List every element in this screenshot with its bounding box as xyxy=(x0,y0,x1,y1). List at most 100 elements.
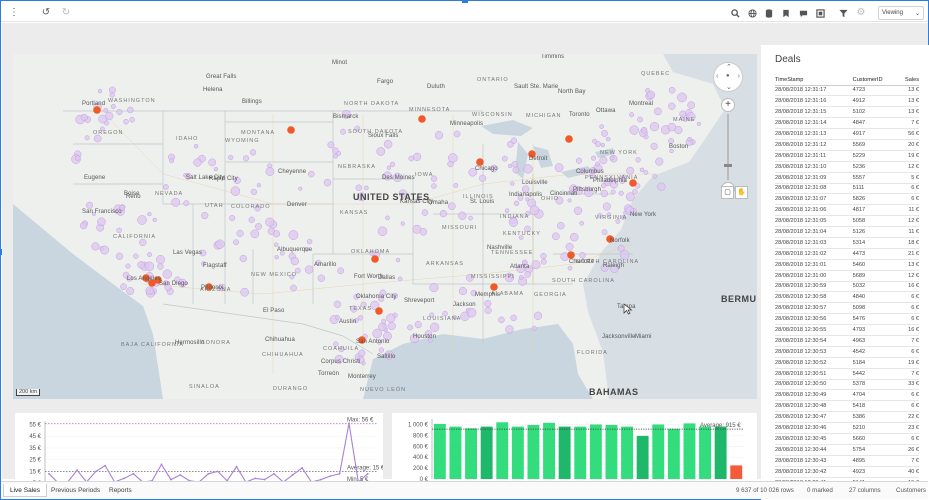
sales-dot[interactable] xyxy=(643,170,649,175)
search-icon[interactable] xyxy=(728,6,742,20)
sales-dot[interactable] xyxy=(429,322,440,332)
bar[interactable] xyxy=(511,426,524,479)
table-row[interactable]: 28/08/2018 12:31:06 4817 11 € xyxy=(775,204,919,217)
line-point[interactable] xyxy=(132,472,135,475)
redo-icon[interactable]: ↻ xyxy=(59,6,73,20)
deals-table[interactable]: TimeStamp CustomerID Sales 28/08/2018 12… xyxy=(775,76,919,500)
sales-dot[interactable] xyxy=(510,137,518,144)
sales-dot[interactable] xyxy=(147,211,152,217)
sales-dot[interactable] xyxy=(599,156,608,165)
sales-dot[interactable] xyxy=(567,265,573,271)
sales-dot[interactable] xyxy=(511,160,519,168)
sales-dot[interactable] xyxy=(429,283,439,293)
sales-dot[interactable] xyxy=(431,183,437,189)
sales-dot[interactable] xyxy=(80,113,88,122)
sales-dot[interactable] xyxy=(364,185,369,191)
bar[interactable] xyxy=(496,422,509,479)
sales-dot[interactable] xyxy=(171,197,181,207)
table-row[interactable]: 28/08/2018 12:31:16 4912 13 € xyxy=(775,95,919,108)
sales-dot[interactable] xyxy=(510,314,517,322)
bar[interactable] xyxy=(621,426,633,479)
sales-dot[interactable] xyxy=(109,92,115,98)
table-row[interactable]: 28/08/2018 12:30:46 5210 23 € xyxy=(775,422,919,434)
sales-dot[interactable] xyxy=(98,114,108,124)
sales-dot[interactable] xyxy=(610,189,616,195)
table-row[interactable]: 28/08/2018 12:31:08 5111 6 € xyxy=(775,183,919,195)
table-row[interactable]: 28/08/2018 12:31:11 5229 19 € xyxy=(775,150,919,162)
line-point[interactable] xyxy=(48,472,50,475)
bar[interactable] xyxy=(683,423,696,479)
sales-dot[interactable] xyxy=(518,274,524,280)
sales-dot[interactable] xyxy=(579,220,585,226)
sales-dot[interactable] xyxy=(531,325,537,331)
line-point[interactable] xyxy=(348,422,350,425)
sales-dot[interactable] xyxy=(306,238,313,245)
table-row[interactable]: 28/08/2018 12:30:51 5442 7 € xyxy=(775,368,919,380)
tab-reports[interactable]: Reports xyxy=(103,484,138,497)
sales-dot[interactable] xyxy=(265,167,275,176)
sales-dot[interactable] xyxy=(145,286,154,295)
sales-dot[interactable] xyxy=(599,124,604,129)
bar[interactable] xyxy=(527,425,540,479)
table-row[interactable]: 28/08/2018 12:31:05 5058 12 € xyxy=(775,215,919,228)
bar[interactable] xyxy=(699,426,711,479)
sales-dot[interactable] xyxy=(383,139,393,149)
sales-dot[interactable] xyxy=(654,107,662,116)
table-row[interactable]: 28/08/2018 12:30:53 4542 6 € xyxy=(775,346,919,358)
sales-dot[interactable] xyxy=(255,223,262,230)
sales-dot[interactable] xyxy=(646,90,656,100)
sales-dot[interactable] xyxy=(376,147,386,156)
table-row[interactable]: 28/08/2018 12:30:52 5184 19 € xyxy=(775,357,919,369)
sales-dot[interactable] xyxy=(573,206,583,215)
sales-dot[interactable] xyxy=(152,217,157,223)
sales-dot[interactable] xyxy=(591,155,597,161)
sales-dot[interactable] xyxy=(629,125,639,135)
line-point[interactable] xyxy=(95,470,97,473)
line-point[interactable] xyxy=(216,470,219,473)
sales-dot[interactable] xyxy=(163,184,169,190)
sales-dot[interactable] xyxy=(169,158,175,164)
sales-dot[interactable] xyxy=(529,205,540,216)
sales-dot[interactable] xyxy=(657,182,666,191)
table-row[interactable]: 28/08/2018 12:31:14 4847 7 € xyxy=(775,117,919,130)
sales-dot[interactable] xyxy=(512,166,520,174)
sales-dot[interactable] xyxy=(504,208,510,213)
table-row[interactable]: 28/08/2018 12:31:03 5314 18 € xyxy=(775,237,919,249)
sales-dot[interactable] xyxy=(183,200,190,207)
bar[interactable] xyxy=(465,428,477,479)
sales-dot[interactable] xyxy=(650,142,658,150)
sales-dot[interactable] xyxy=(156,255,165,265)
sales-dot[interactable] xyxy=(579,252,586,259)
mode-dropdown[interactable]: Viewing ⌄ xyxy=(878,6,924,20)
table-row[interactable]: 28/08/2018 12:30:58 4840 6 € xyxy=(775,291,919,304)
tab-live-sales[interactable]: Live Sales xyxy=(3,484,47,497)
sales-dot[interactable] xyxy=(569,232,579,242)
sales-dot[interactable] xyxy=(400,221,405,226)
table-row[interactable]: 28/08/2018 12:31:17 4723 13 € xyxy=(775,85,919,97)
sales-dot[interactable] xyxy=(228,154,234,161)
table-row[interactable]: 28/08/2018 12:31:04 5126 11 € xyxy=(775,226,919,238)
sales-dot[interactable] xyxy=(667,122,677,132)
table-row[interactable]: 28/08/2018 12:30:50 5378 33 € xyxy=(775,379,919,391)
sales-dot[interactable] xyxy=(242,155,250,162)
sales-dot[interactable] xyxy=(358,349,366,357)
sales-dot[interactable] xyxy=(317,274,325,282)
sales-dot[interactable] xyxy=(79,221,88,230)
sales-dot[interactable] xyxy=(304,265,314,274)
active-deal-dot[interactable] xyxy=(476,158,484,166)
line-point[interactable] xyxy=(123,477,125,480)
sales-dot[interactable] xyxy=(592,138,598,144)
sales-dot[interactable] xyxy=(248,216,255,223)
sales-dot[interactable] xyxy=(595,161,601,167)
sales-dot[interactable] xyxy=(215,239,225,249)
sales-dot[interactable] xyxy=(434,131,444,140)
sales-dot[interactable] xyxy=(333,154,338,159)
sales-dot[interactable] xyxy=(327,141,335,149)
bar[interactable] xyxy=(543,422,555,479)
sales-dot[interactable] xyxy=(601,129,608,137)
sales-dot[interactable] xyxy=(125,263,131,269)
sales-dot[interactable] xyxy=(458,211,467,220)
table-row[interactable]: 28/08/2018 12:31:12 5569 20 € xyxy=(775,139,919,151)
table-row[interactable]: 28/08/2018 12:30:59 5032 16 € xyxy=(775,281,919,293)
line-point[interactable] xyxy=(329,475,332,477)
